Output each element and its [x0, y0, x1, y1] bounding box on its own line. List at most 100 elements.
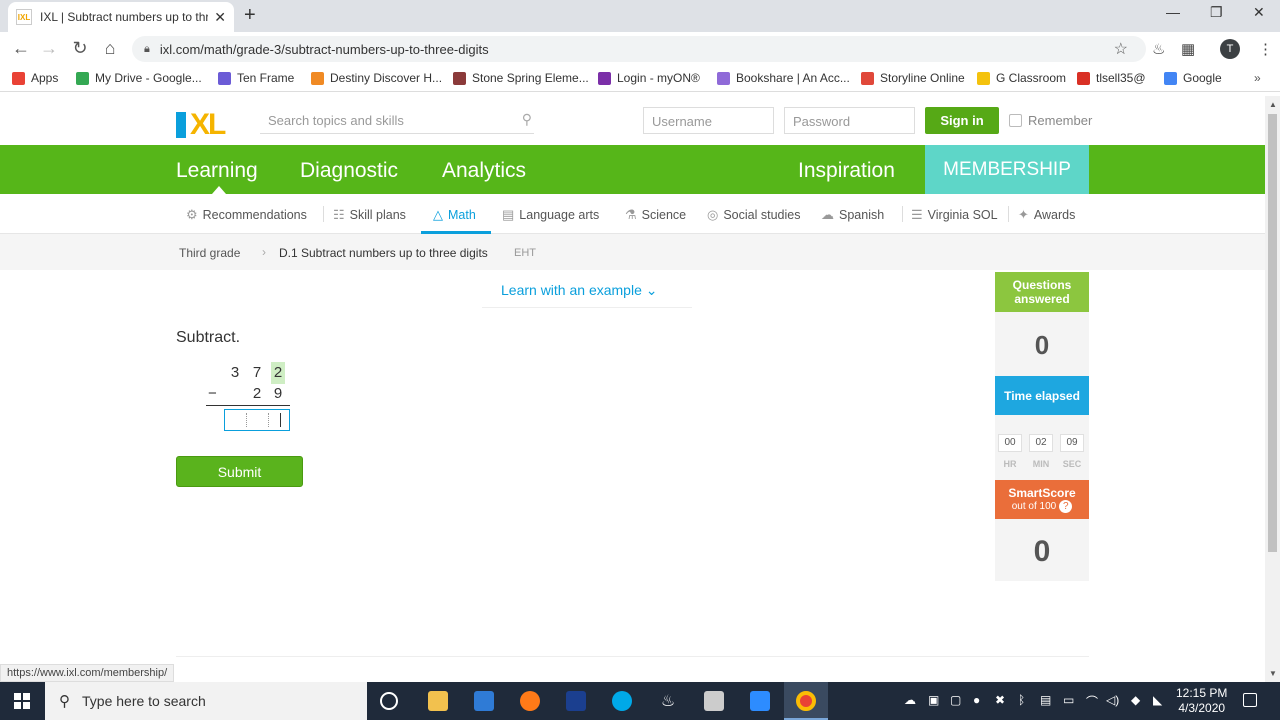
flame-app-icon[interactable]: ♨	[658, 691, 678, 711]
subnav-virginia-sol[interactable]: ☰ Virginia SOL	[911, 207, 998, 223]
onedrive-icon[interactable]: ☁	[904, 693, 916, 707]
subnav-language-arts[interactable]: ▤ Language arts	[502, 207, 599, 223]
zoom-icon[interactable]	[750, 691, 770, 711]
chrome-icon[interactable]	[796, 691, 816, 711]
learn-example-link[interactable]: Learn with an example ⌄	[501, 282, 658, 299]
firefox-icon[interactable]	[520, 691, 540, 711]
seconds-label: SEC	[1062, 459, 1082, 469]
microphone-icon[interactable]: ●	[973, 693, 980, 707]
nav-diagnostic[interactable]: Diagnostic	[300, 159, 398, 183]
smartscore-header: SmartScore out of 100?	[995, 480, 1089, 519]
time-elapsed-header: Time elapsed	[995, 376, 1089, 415]
password-field[interactable]: Password	[784, 107, 915, 134]
username-field[interactable]: Username	[643, 107, 774, 134]
scroll-down-icon[interactable]: ▼	[1269, 669, 1277, 678]
close-tab-icon[interactable]: ✕	[214, 9, 226, 26]
more-bookmarks-icon[interactable]: »	[1254, 71, 1261, 85]
search-input[interactable]: Search topics and skills ⚲	[260, 108, 534, 134]
ixl-logo[interactable]: XL	[176, 108, 226, 142]
nav-analytics[interactable]: Analytics	[442, 159, 526, 183]
smartscore-sub-label: out of 100	[1011, 500, 1057, 512]
extension-flame-icon[interactable]: ♨	[1152, 40, 1165, 58]
minuend-digit-tens: 7	[252, 364, 262, 381]
bookmark-item[interactable]: Google	[1164, 71, 1222, 85]
menu-kebab-icon[interactable]: ⋮	[1258, 40, 1273, 58]
new-tab-icon[interactable]: +	[244, 4, 256, 27]
nav-learning[interactable]: Learning	[176, 159, 258, 183]
subnav-social-studies[interactable]: ◎ Social studies	[707, 207, 800, 223]
scroll-up-icon[interactable]: ▲	[1269, 100, 1277, 109]
wifi-icon[interactable]: ⌒	[1086, 693, 1098, 710]
smartscore-subtitle: out of 100?	[1011, 500, 1073, 514]
calculator-icon[interactable]	[704, 691, 724, 711]
breadcrumb-grade[interactable]: Third grade	[179, 246, 240, 260]
bookmark-item[interactable]: Storyline Online	[861, 71, 965, 85]
home-icon[interactable]: ⌂	[99, 38, 121, 59]
minuend-digit-ones: 2	[271, 362, 285, 384]
checkbox-icon[interactable]	[1009, 114, 1022, 127]
subnav-label: Virginia SOL	[927, 208, 998, 222]
forward-icon[interactable]: →	[38, 38, 60, 59]
browser-tab[interactable]: IXL IXL | Subtract numbers up to three ✕	[8, 2, 234, 32]
subnav-skill-plans[interactable]: ☷ Skill plans	[333, 207, 406, 223]
help-icon[interactable]: ?	[1059, 500, 1073, 513]
answer-input[interactable]	[224, 409, 290, 431]
bookmark-item[interactable]: tlsell35@	[1077, 71, 1146, 85]
windows-start-icon[interactable]	[14, 693, 30, 709]
hours-label: HR	[1003, 459, 1017, 469]
remember-checkbox[interactable]: Remember	[1009, 113, 1092, 128]
nav-inspiration[interactable]: Inspiration	[798, 159, 895, 183]
tray-app-icon[interactable]: ✖	[995, 693, 1005, 707]
nvidia-icon[interactable]: ◆	[1131, 693, 1140, 707]
notifications-icon[interactable]	[1243, 693, 1257, 707]
nav-membership[interactable]: MEMBERSHIP	[925, 145, 1089, 194]
bookmark-item[interactable]: Stone Spring Eleme...	[453, 71, 589, 85]
minimize-icon[interactable]: —	[1166, 4, 1180, 20]
bookmark-item[interactable]: Login - myON®	[598, 71, 700, 85]
awards-icon: ✦	[1018, 207, 1029, 222]
scrollbar-thumb[interactable]	[1268, 114, 1277, 552]
reload-icon[interactable]: ↻	[69, 38, 91, 59]
cortana-icon[interactable]	[380, 692, 398, 710]
subnav-math[interactable]: △ Math	[433, 207, 476, 223]
tray-app-icon[interactable]: ▢	[950, 693, 961, 707]
smartscore-value: 0	[1033, 535, 1051, 568]
page-scrollbar[interactable]: ▲ ▼	[1265, 96, 1280, 682]
tray-app-icon[interactable]: ▣	[928, 693, 939, 707]
smartboard-icon[interactable]	[566, 691, 586, 711]
display-icon[interactable]: ▭	[1063, 693, 1074, 707]
bluetooth-icon[interactable]: ᛒ	[1018, 693, 1025, 707]
tray-app-icon[interactable]: ▤	[1040, 693, 1051, 707]
subnav-awards[interactable]: ✦ Awards	[1018, 207, 1075, 223]
bookmark-label: Ten Frame	[237, 71, 295, 85]
questions-answered-value: 0	[1034, 330, 1050, 360]
system-clock[interactable]: 12:15 PM 4/3/2020	[1176, 686, 1227, 716]
bookmark-item[interactable]: G Classroom	[977, 71, 1066, 85]
subnav-label: Math	[448, 208, 476, 222]
mail-icon[interactable]	[474, 691, 494, 711]
bookmark-item[interactable]: Ten Frame	[218, 71, 294, 85]
extension-qr-icon[interactable]: ▦	[1181, 40, 1195, 58]
bookmark-item[interactable]: Apps	[12, 71, 58, 85]
file-explorer-icon[interactable]	[428, 691, 448, 711]
restore-icon[interactable]: ❐	[1210, 4, 1223, 21]
subnav-recommendations[interactable]: ⚙ Recommendations	[186, 207, 307, 223]
submit-button[interactable]: Submit	[176, 456, 303, 487]
subnav-science[interactable]: ⚗ Science	[625, 207, 686, 223]
volume-icon[interactable]: ◁)	[1106, 693, 1119, 707]
skype-icon[interactable]	[612, 691, 632, 711]
profile-avatar[interactable]: T	[1220, 39, 1240, 59]
bookmark-star-icon[interactable]: ☆	[1114, 39, 1128, 59]
address-bar[interactable]: 🔒︎ ixl.com/math/grade-3/subtract-numbers…	[132, 36, 1146, 62]
taskbar-search-input[interactable]: ⚲ Type here to search	[45, 682, 367, 720]
smartboard-tray-icon[interactable]: ◣	[1153, 693, 1162, 707]
back-icon[interactable]: ←	[10, 38, 32, 59]
search-icon[interactable]: ⚲	[522, 111, 532, 128]
subnav-spanish[interactable]: ☁ Spanish	[821, 207, 884, 223]
bookmark-item[interactable]: My Drive - Google...	[76, 71, 202, 85]
bookmark-item[interactable]: Bookshare | An Acc...	[717, 71, 850, 85]
sign-in-button[interactable]: Sign in	[925, 107, 999, 134]
password-placeholder: Password	[793, 114, 851, 129]
close-window-icon[interactable]: ✕	[1253, 4, 1265, 21]
bookmark-item[interactable]: Destiny Discover H...	[311, 71, 442, 85]
